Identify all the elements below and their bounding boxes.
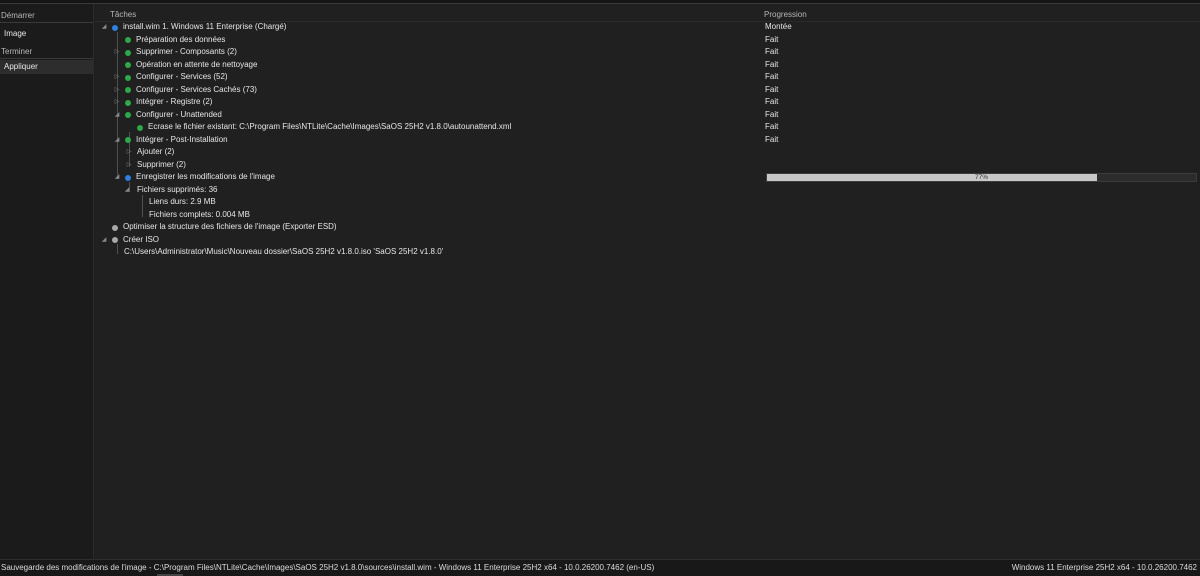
task-label: Configurer - Services (52) [136, 72, 228, 81]
task-status: Fait [765, 47, 779, 56]
column-header-tasks[interactable]: Tâches [110, 8, 136, 22]
task-status: Fait [765, 134, 779, 144]
expand-arrow-icon[interactable]: ▷ [126, 159, 132, 171]
task-label: Intégrer - Registre (2) [136, 97, 213, 106]
expand-arrow-icon[interactable]: ▷ [114, 71, 120, 83]
task-label: Configurer - Unattended [136, 109, 222, 119]
status-dot-icon [125, 62, 131, 68]
task-row[interactable]: Liens durs: 2.9 MB [95, 196, 755, 209]
expand-arrow-icon[interactable]: ▷ [114, 96, 120, 108]
status-dot-icon [125, 37, 131, 43]
collapse-arrow-icon[interactable]: ◢ [101, 234, 107, 246]
status-dot-icon [125, 99, 131, 106]
status-dot-icon [125, 49, 131, 56]
task-row[interactable]: ▷ Supprimer - Composants (2) [95, 46, 755, 59]
task-row[interactable]: ◢ Fichiers supprimés: 36 [95, 184, 755, 197]
sidebar: Démarrer Image Terminer Appliquer [0, 4, 94, 559]
task-status: Montée [765, 22, 792, 31]
column-header-progress[interactable]: Progression [764, 8, 807, 22]
task-label: Enregistrer les modifications de l'image [136, 172, 275, 181]
task-row[interactable]: ◢ Enregistrer les modifications de l'ima… [95, 171, 755, 184]
task-label: Fichiers complets: 0.004 MB [149, 209, 250, 219]
task-label: Ecrase le fichier existant: C:\Program F… [148, 122, 512, 131]
collapse-arrow-icon[interactable]: ◢ [114, 171, 120, 183]
task-row[interactable]: C:\Users\Administrator\Music\Nouveau dos… [95, 246, 755, 259]
collapse-arrow-icon[interactable]: ◢ [101, 21, 107, 33]
status-dot-icon [137, 124, 143, 131]
sidebar-header-finish: Terminer [1, 47, 33, 56]
task-label: install.wim 1. Windows 11 Enterprise (Ch… [123, 22, 287, 31]
task-label: Ajouter (2) [137, 147, 175, 156]
task-label: C:\Users\Administrator\Music\Nouveau dos… [124, 247, 444, 256]
expand-arrow-icon[interactable]: ▷ [114, 84, 120, 96]
progress-percent-label: 77% [974, 174, 988, 181]
task-label: Liens durs: 2.9 MB [149, 197, 216, 206]
task-status: Fait [765, 97, 779, 106]
task-row[interactable]: Ecrase le fichier existant: C:\Program F… [95, 121, 755, 134]
status-dot-icon [112, 24, 118, 31]
collapse-arrow-icon[interactable]: ◢ [124, 184, 130, 196]
task-status: Fait [765, 72, 779, 81]
task-label: Fichiers supprimés: 36 [137, 184, 218, 194]
task-row[interactable]: ▷ Configurer - Services Cachés (73) [95, 84, 755, 97]
task-label: Optimiser la structure des fichiers de l… [123, 222, 337, 231]
task-status: Fait [765, 84, 779, 94]
task-status: Fait [765, 34, 779, 44]
status-dot-icon [125, 137, 131, 143]
task-row[interactable]: Opération en attente de nettoyage [95, 59, 755, 72]
task-label: Supprimer (2) [137, 159, 186, 169]
status-dot-icon [125, 174, 131, 181]
task-label: Intégrer - Post-Installation [136, 134, 228, 144]
status-dot-icon [112, 237, 118, 243]
task-row[interactable]: ◢ Configurer - Unattended [95, 109, 755, 122]
task-row[interactable]: ▷ Configurer - Services (52) [95, 71, 755, 84]
task-row[interactable]: ◢ Créer ISO [95, 234, 755, 247]
collapse-arrow-icon[interactable]: ◢ [114, 109, 120, 121]
status-bar-message: Sauvegarde des modifications de l'image … [1, 563, 655, 572]
task-row[interactable]: ◢ install.wim 1. Windows 11 Enterprise (… [95, 21, 755, 34]
sidebar-header-start: Démarrer [1, 11, 35, 20]
status-dot-icon [112, 224, 118, 231]
task-row[interactable]: Fichiers complets: 0.004 MB [95, 209, 755, 222]
task-progress-bar: 77% [766, 173, 1197, 182]
task-status: Fait [765, 109, 779, 119]
task-label: Opération en attente de nettoyage [136, 59, 258, 69]
task-row[interactable]: ▷ Intégrer - Registre (2) [95, 96, 755, 109]
task-row[interactable]: Optimiser la structure des fichiers de l… [95, 221, 755, 234]
expand-arrow-icon[interactable]: ▷ [126, 146, 132, 158]
task-row[interactable]: Préparation des données [95, 34, 755, 47]
task-label: Configurer - Services Cachés (73) [136, 84, 257, 94]
sidebar-item-apply[interactable]: Appliquer [0, 60, 93, 74]
task-label: Supprimer - Composants (2) [136, 47, 237, 56]
status-dot-icon [125, 112, 131, 118]
status-bar: Sauvegarde des modifications de l'image … [0, 559, 1200, 576]
task-status: Fait [765, 59, 779, 69]
sidebar-separator [0, 58, 93, 59]
sidebar-separator [0, 22, 93, 23]
status-dot-icon [125, 74, 131, 81]
status-dot-icon [125, 87, 131, 93]
collapse-arrow-icon[interactable]: ◢ [114, 134, 120, 146]
task-label: Préparation des données [136, 34, 226, 44]
task-status: Fait [765, 122, 779, 131]
task-list-panel: Tâches Progression ◢ install.wim 1. Wind… [95, 4, 1200, 559]
expand-arrow-icon[interactable]: ▷ [114, 46, 120, 58]
task-row[interactable]: ▷ Ajouter (2) [95, 146, 755, 159]
task-label: Créer ISO [123, 234, 160, 244]
status-bar-image-info: Windows 11 Enterprise 25H2 x64 - 10.0.26… [1011, 563, 1197, 572]
task-row[interactable]: ◢ Intégrer - Post-Installation [95, 134, 755, 147]
sidebar-item-image[interactable]: Image [0, 27, 93, 41]
task-row[interactable]: ▷ Supprimer (2) [95, 159, 755, 172]
